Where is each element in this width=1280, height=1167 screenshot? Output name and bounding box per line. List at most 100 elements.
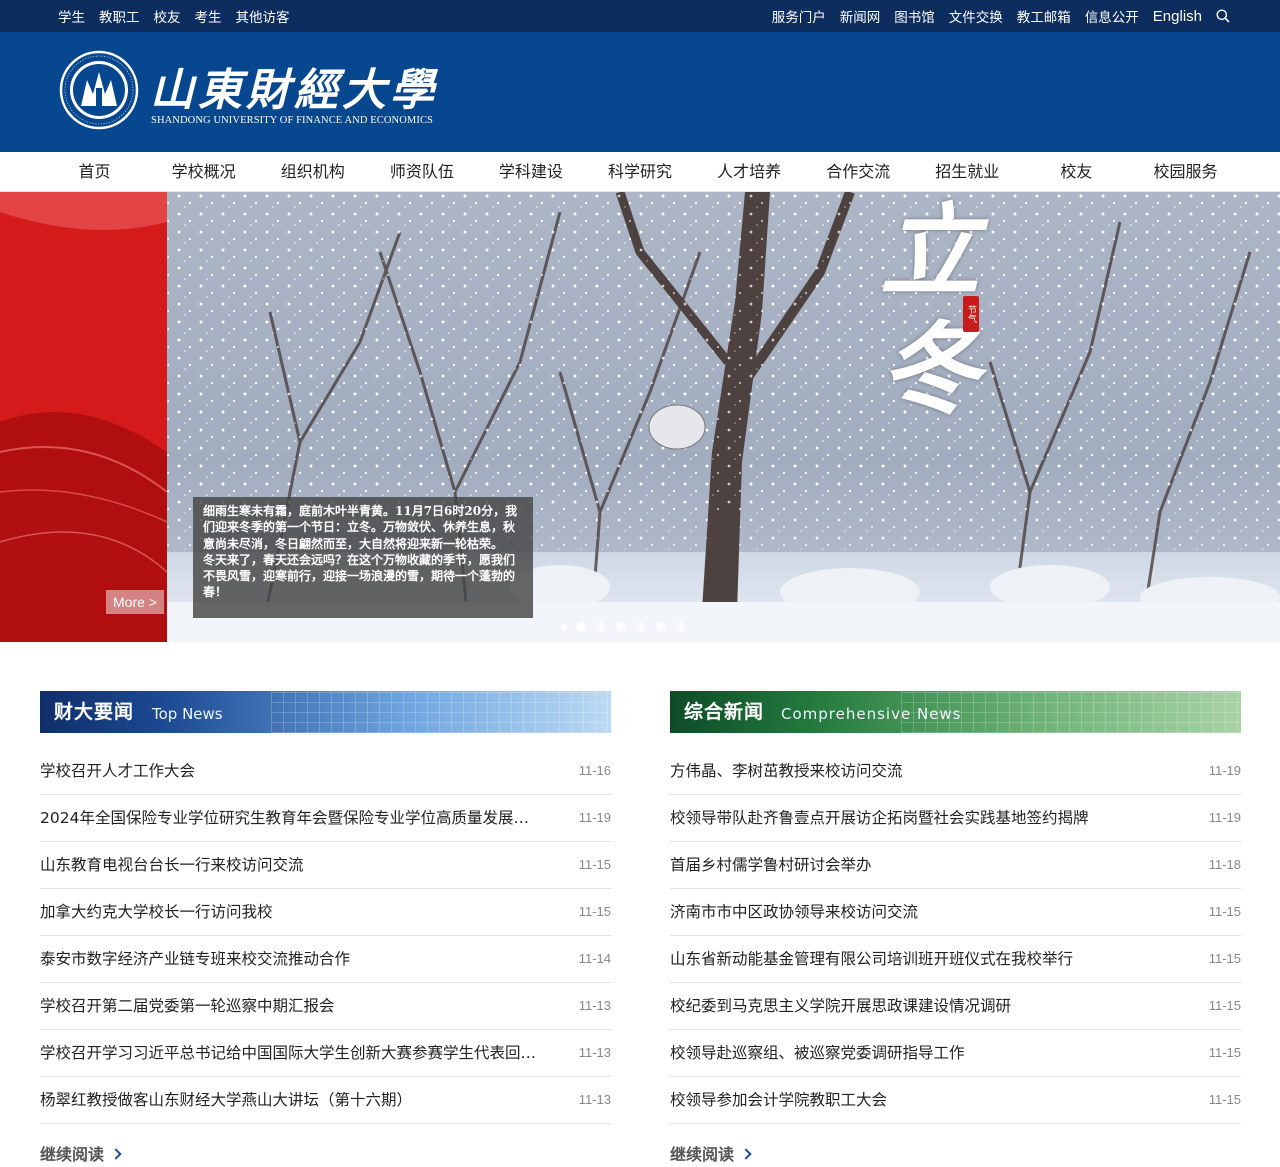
slide-dot[interactable] bbox=[616, 622, 626, 632]
read-more-label: 继续阅读 bbox=[40, 1145, 105, 1164]
banner-caption[interactable]: 细雨生寒未有霜，庭前木叶半青黄。11月7日6时20分，我们迎来冬季的第一个节日：… bbox=[193, 497, 533, 618]
news-date: 11-19 bbox=[1208, 763, 1241, 778]
comprehensive-news-read-more-link[interactable]: 继续阅读 bbox=[670, 1141, 752, 1165]
news-date: 11-15 bbox=[1208, 904, 1241, 919]
top-news-section: 财大要闻 Top News 学校召开人才工作大会 11-16 2024年全国保险专… bbox=[40, 691, 611, 1124]
read-more-label: 继续阅读 bbox=[670, 1145, 735, 1164]
university-emblem-icon[interactable] bbox=[59, 50, 139, 130]
nav-item-alumni[interactable]: 校友 bbox=[1022, 152, 1131, 192]
audience-link-applicants[interactable]: 考生 bbox=[195, 6, 222, 26]
nav-item-organization[interactable]: 组织机构 bbox=[258, 152, 367, 192]
news-date: 11-14 bbox=[578, 951, 611, 966]
nav-item-admissions[interactable]: 招生就业 bbox=[913, 152, 1022, 192]
news-date: 11-15 bbox=[1208, 998, 1241, 1013]
top-news-list: 学校召开人才工作大会 11-16 2024年全国保险专业学位研究生教育年会暨保险专… bbox=[40, 748, 611, 1124]
slide-dot[interactable] bbox=[636, 622, 646, 632]
news-item[interactable]: 校纪委到马克思主义学院开展思政课建设情况调研 11-15 bbox=[670, 983, 1241, 1030]
news-date: 11-16 bbox=[578, 763, 611, 778]
news-item[interactable]: 学校召开学习习近平总书记给中国国际大学生创新大赛参赛学生代表回信精神座谈会 11-… bbox=[40, 1030, 611, 1077]
news-item[interactable]: 2024年全国保险专业学位研究生教育年会暨保险专业学位高质量发展论坛举办 11-1… bbox=[40, 795, 611, 842]
news-title[interactable]: 方伟晶、李树茁教授来校访问交流 bbox=[670, 748, 903, 794]
snow-scene-image bbox=[0, 192, 1280, 642]
top-news-header: 财大要闻 Top News bbox=[40, 691, 611, 733]
news-date: 11-15 bbox=[578, 857, 611, 872]
nav-item-campus-services[interactable]: 校园服务 bbox=[1131, 152, 1240, 192]
comprehensive-news-header: 综合新闻 Comprehensive News bbox=[670, 691, 1241, 733]
prev-slide-arrow-icon[interactable] bbox=[560, 623, 566, 631]
previous-slide-peek[interactable] bbox=[0, 192, 167, 642]
top-news-read-more-link[interactable]: 继续阅读 bbox=[40, 1141, 122, 1165]
news-title[interactable]: 2024年全国保险专业学位研究生教育年会暨保险专业学位高质量发展论坛举办 bbox=[40, 795, 540, 841]
slide-dot[interactable] bbox=[676, 622, 686, 632]
news-item[interactable]: 学校召开第二届党委第一轮巡察中期汇报会 11-13 bbox=[40, 983, 611, 1030]
news-title[interactable]: 山东省新动能基金管理有限公司培训班开班仪式在我校举行 bbox=[670, 936, 1073, 982]
audience-link-staff[interactable]: 教职工 bbox=[99, 6, 140, 26]
news-item[interactable]: 山东省新动能基金管理有限公司培训班开班仪式在我校举行 11-15 bbox=[670, 936, 1241, 983]
university-name-cn[interactable]: 山東財經大學 bbox=[150, 54, 438, 118]
news-date: 11-15 bbox=[1208, 951, 1241, 966]
english-link[interactable]: English bbox=[1153, 8, 1202, 25]
service-link-info-disclosure[interactable]: 信息公开 bbox=[1085, 6, 1139, 26]
service-link-library[interactable]: 图书馆 bbox=[894, 6, 935, 26]
news-title[interactable]: 校领导带队赴齐鲁壹点开展访企拓岗暨社会实践基地签约揭牌 bbox=[670, 795, 1089, 841]
news-item[interactable]: 加拿大约克大学校长一行访问我校 11-15 bbox=[40, 889, 611, 936]
news-date: 11-15 bbox=[1208, 1092, 1241, 1107]
nav-item-education[interactable]: 人才培养 bbox=[695, 152, 804, 192]
slide-dot[interactable] bbox=[576, 622, 586, 632]
news-title[interactable]: 山东教育电视台台长一行来校访问交流 bbox=[40, 842, 304, 888]
top-news-title-en: Top News bbox=[152, 705, 223, 723]
service-link-newsnet[interactable]: 新闻网 bbox=[840, 6, 881, 26]
search-icon[interactable] bbox=[1216, 9, 1230, 23]
caption-paragraph: 细雨生寒未有霜，庭前木叶半青黄。11月7日6时20分，我们迎来冬季的第一个节日：… bbox=[203, 504, 518, 551]
news-title[interactable]: 校纪委到马克思主义学院开展思政课建设情况调研 bbox=[670, 983, 1011, 1029]
news-title[interactable]: 校领导参加会计学院教职工大会 bbox=[670, 1077, 887, 1123]
slide-indicators bbox=[560, 622, 686, 632]
news-title[interactable]: 学校召开第二届党委第一轮巡察中期汇报会 bbox=[40, 983, 335, 1029]
news-item[interactable]: 方伟晶、李树茁教授来校访问交流 11-19 bbox=[670, 748, 1241, 795]
news-title[interactable]: 杨翠红教授做客山东财经大学燕山大讲坛（第十六期） bbox=[40, 1077, 412, 1123]
news-item[interactable]: 泰安市数字经济产业链专班来校交流推动合作 11-14 bbox=[40, 936, 611, 983]
news-item[interactable]: 校领导参加会计学院教职工大会 11-15 bbox=[670, 1077, 1241, 1124]
audience-link-visitors[interactable]: 其他访客 bbox=[236, 6, 290, 26]
nav-item-cooperation[interactable]: 合作交流 bbox=[804, 152, 913, 192]
banner-more-button[interactable]: More > bbox=[106, 590, 164, 614]
service-link-file-exchange[interactable]: 文件交换 bbox=[949, 6, 1003, 26]
news-item[interactable]: 杨翠红教授做客山东财经大学燕山大讲坛（第十六期） 11-13 bbox=[40, 1077, 611, 1124]
news-date: 11-13 bbox=[578, 998, 611, 1013]
news-title[interactable]: 校领导赴巡察组、被巡察党委调研指导工作 bbox=[670, 1030, 965, 1076]
news-date: 11-15 bbox=[578, 904, 611, 919]
audience-link-alumni[interactable]: 校友 bbox=[154, 6, 181, 26]
main-nav: 首页 学校概况 组织机构 师资队伍 学科建设 科学研究 人才培养 合作交流 招生… bbox=[0, 152, 1280, 192]
solar-term-seal: 节气 bbox=[963, 296, 979, 332]
news-title[interactable]: 学校召开人才工作大会 bbox=[40, 748, 195, 794]
news-title[interactable]: 学校召开学习习近平总书记给中国国际大学生创新大赛参赛学生代表回信精神座谈会 bbox=[40, 1030, 540, 1076]
news-title[interactable]: 泰安市数字经济产业链专班来校交流推动合作 bbox=[40, 936, 350, 982]
news-item[interactable]: 校领导赴巡察组、被巡察党委调研指导工作 11-15 bbox=[670, 1030, 1241, 1077]
news-title[interactable]: 济南市市中区政协领导来校访问交流 bbox=[670, 889, 918, 935]
service-links: 服务门户 新闻网 图书馆 文件交换 教工邮箱 信息公开 English bbox=[772, 0, 1230, 32]
audience-link-students[interactable]: 学生 bbox=[58, 6, 85, 26]
nav-item-faculty[interactable]: 师资队伍 bbox=[367, 152, 476, 192]
news-item[interactable]: 学校召开人才工作大会 11-16 bbox=[40, 748, 611, 795]
news-date: 11-15 bbox=[1208, 1045, 1241, 1060]
top-utility-bar: 学生 教职工 校友 考生 其他访客 服务门户 新闻网 图书馆 文件交换 教工邮箱… bbox=[0, 0, 1280, 32]
slide-dot[interactable] bbox=[596, 622, 606, 632]
service-link-portal[interactable]: 服务门户 bbox=[772, 6, 826, 26]
slide-dot[interactable] bbox=[656, 622, 666, 632]
news-title[interactable]: 首届乡村儒学鲁村研讨会举办 bbox=[670, 842, 872, 888]
hero-slideshow[interactable]: More > 细雨生寒未有霜，庭前木叶半青黄。11月7日6时20分，我们迎来冬季… bbox=[0, 192, 1280, 642]
chevron-right-icon bbox=[740, 1148, 752, 1160]
news-item[interactable]: 济南市市中区政协领导来校访问交流 11-15 bbox=[670, 889, 1241, 936]
service-link-staff-mail[interactable]: 教工邮箱 bbox=[1017, 6, 1071, 26]
news-date: 11-13 bbox=[578, 1092, 611, 1107]
news-title[interactable]: 加拿大约克大学校长一行访问我校 bbox=[40, 889, 273, 935]
comprehensive-news-title-en: Comprehensive News bbox=[781, 705, 962, 723]
university-name-en: SHANDONG UNIVERSITY OF FINANCE AND ECONO… bbox=[151, 115, 433, 126]
news-item[interactable]: 首届乡村儒学鲁村研讨会举办 11-18 bbox=[670, 842, 1241, 889]
news-item[interactable]: 山东教育电视台台长一行来校访问交流 11-15 bbox=[40, 842, 611, 889]
news-item[interactable]: 校领导带队赴齐鲁壹点开展访企拓岗暨社会实践基地签约揭牌 11-19 bbox=[670, 795, 1241, 842]
nav-item-research[interactable]: 科学研究 bbox=[585, 152, 694, 192]
nav-item-disciplines[interactable]: 学科建设 bbox=[476, 152, 585, 192]
nav-item-overview[interactable]: 学校概况 bbox=[149, 152, 258, 192]
nav-item-home[interactable]: 首页 bbox=[40, 152, 149, 192]
